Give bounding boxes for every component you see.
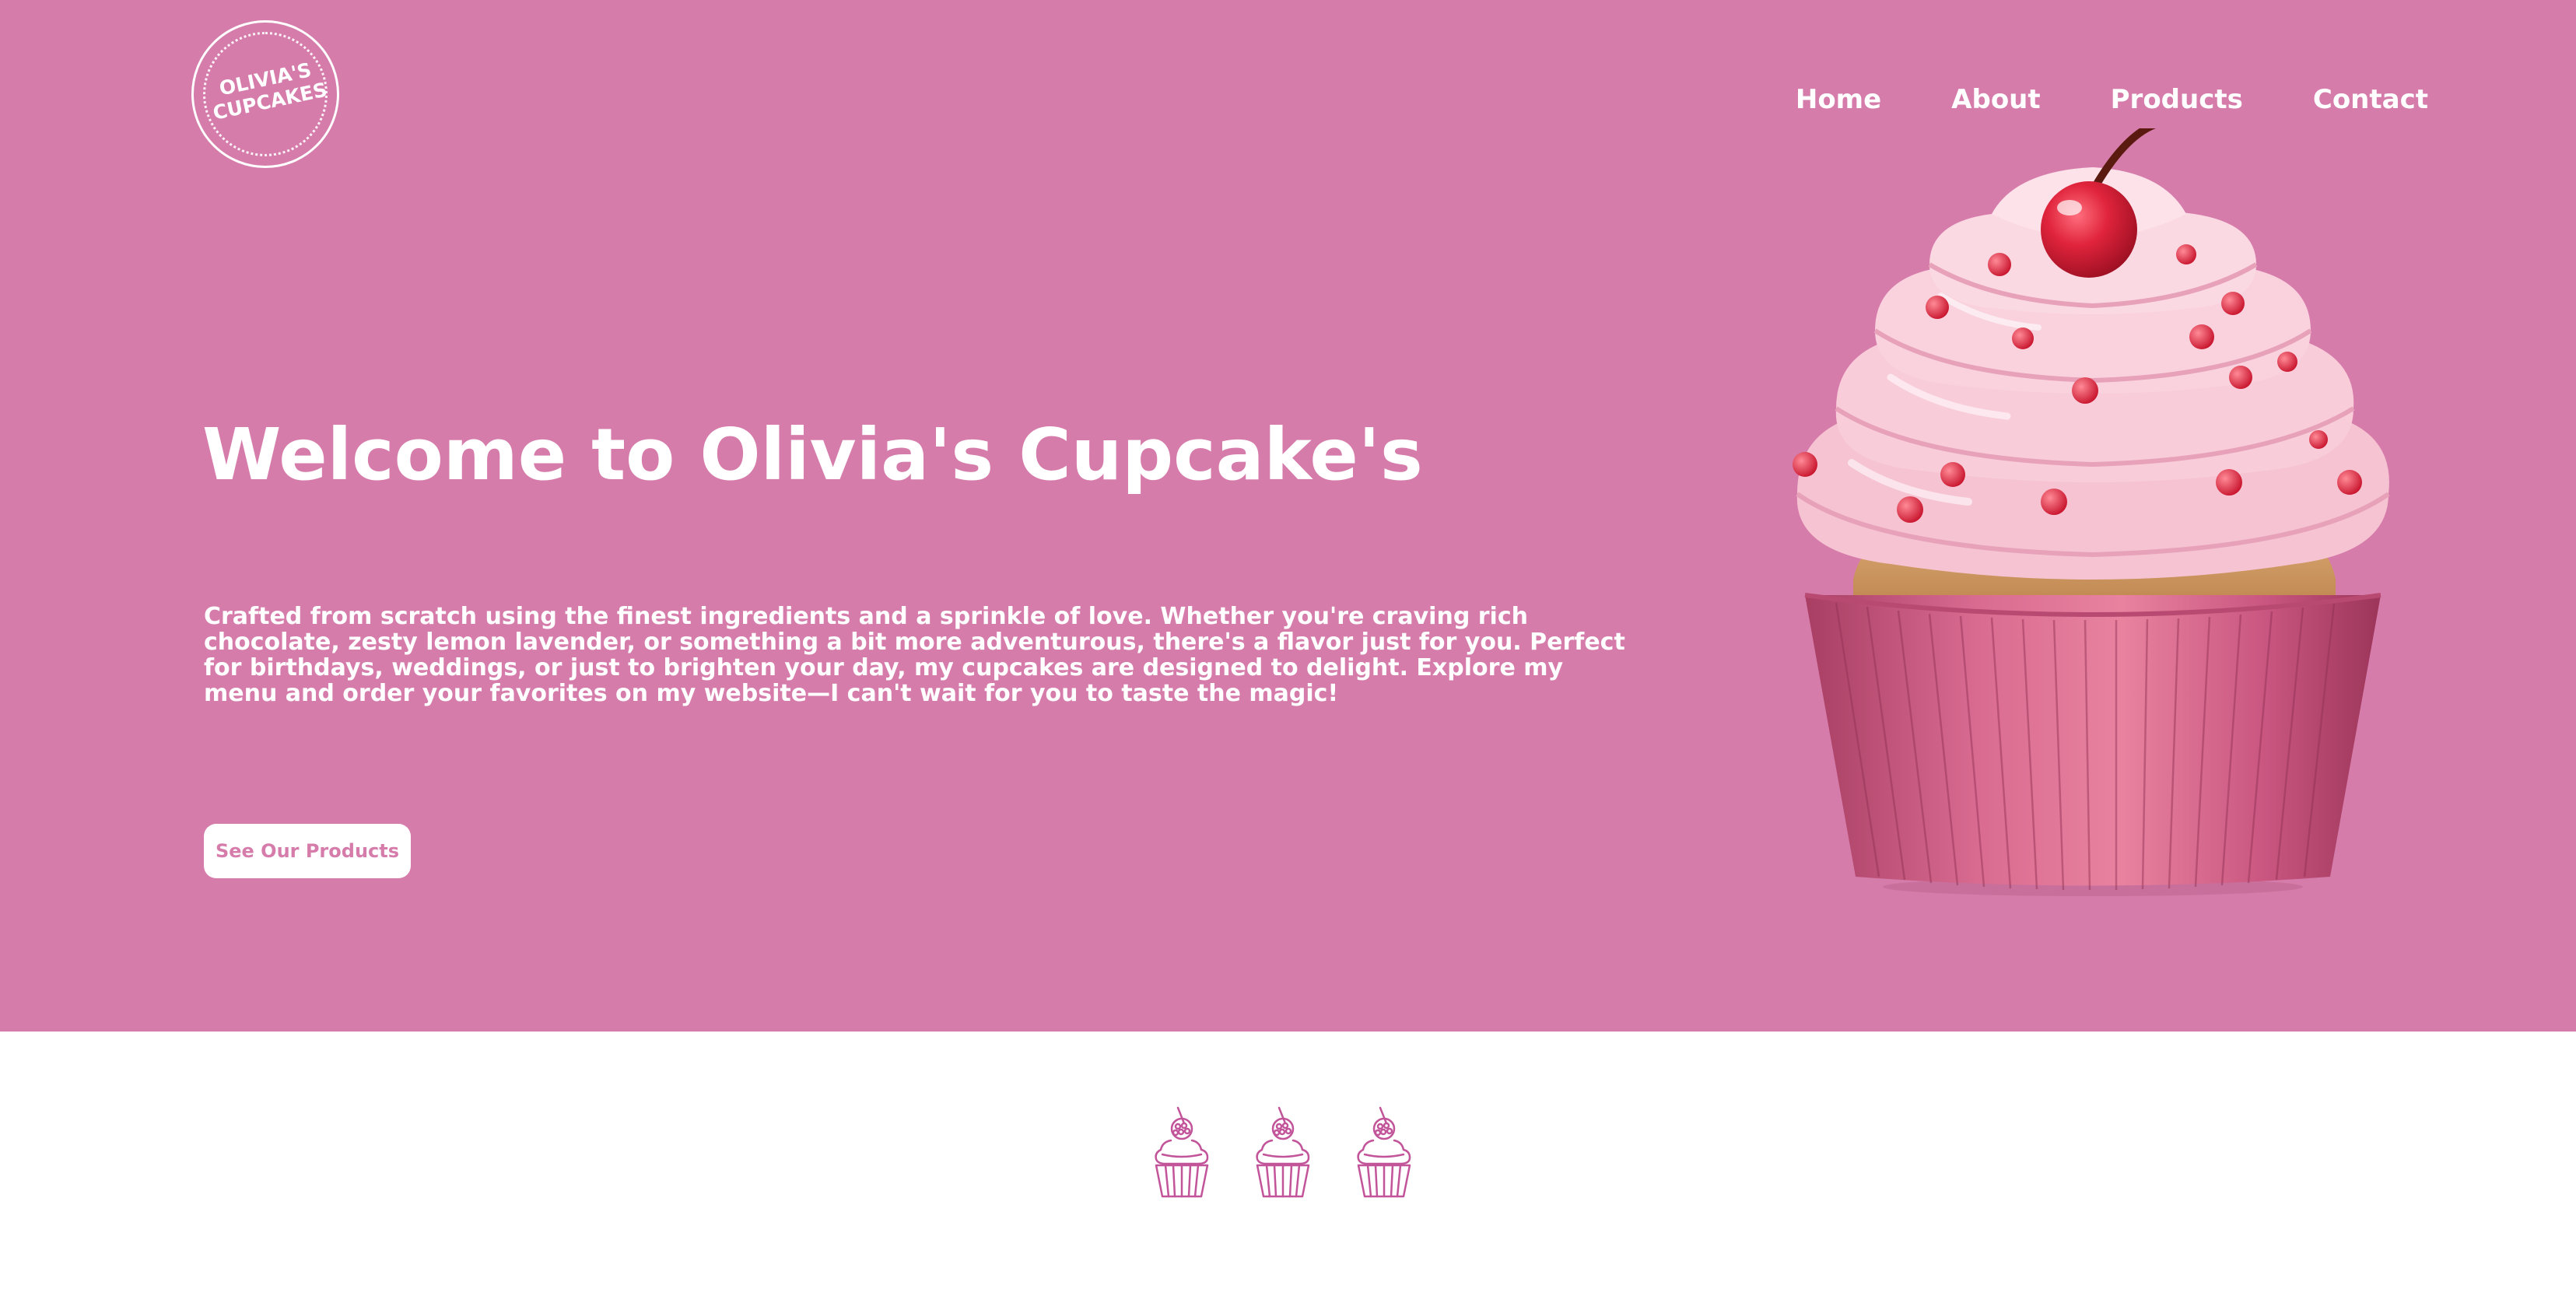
nav-link-products[interactable]: Products xyxy=(2111,81,2243,118)
decorative-cupcake-row xyxy=(1151,1103,1414,1200)
cherry-cupcake-illustration xyxy=(1793,128,2390,896)
cupcake-outline-icon xyxy=(1357,1106,1411,1198)
brand-logo[interactable]: OLIVIA'S CUPCAKES xyxy=(191,20,339,168)
nav-link-about[interactable]: About xyxy=(1951,81,2040,118)
nav-link-contact[interactable]: Contact xyxy=(2313,81,2428,118)
see-products-button[interactable]: See Our Products xyxy=(204,824,411,878)
hero-section: OLIVIA'S CUPCAKES Home About Products Co… xyxy=(0,0,2576,1032)
cupcake-outline-icon xyxy=(1155,1106,1209,1198)
hero-description: Crafted from scratch using the finest in… xyxy=(204,603,1625,707)
hero-title: Welcome to Olivia's Cupcake's xyxy=(202,413,1423,496)
main-nav: Home About Products Contact xyxy=(1796,81,2428,118)
cupcake-outline-icon xyxy=(1256,1106,1310,1198)
nav-link-home[interactable]: Home xyxy=(1796,81,1881,118)
